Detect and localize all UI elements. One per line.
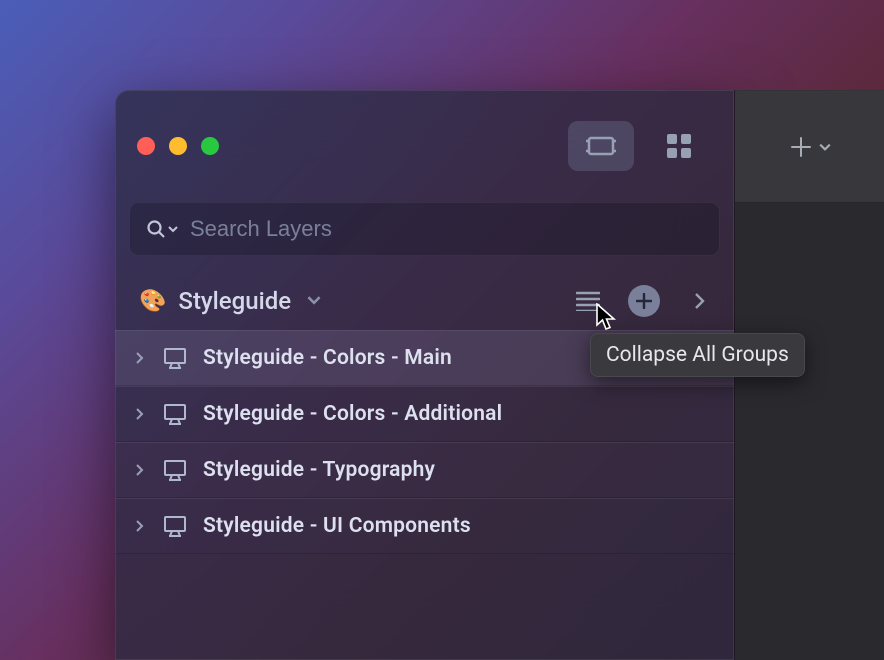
canvas-toolbar [735, 91, 884, 203]
insert-button[interactable] [789, 135, 831, 159]
close-button[interactable] [137, 137, 155, 155]
page-title[interactable]: Styleguide [178, 287, 291, 315]
collapse-groups-button[interactable] [572, 285, 604, 317]
traffic-lights [137, 137, 219, 155]
artboard-icon [161, 514, 189, 538]
chevron-right-icon [694, 292, 706, 310]
layer-row[interactable]: Styleguide - Colors - Additional [115, 386, 734, 442]
layer-label: Styleguide - Typography [203, 458, 435, 482]
minimize-button[interactable] [169, 137, 187, 155]
plus-icon [636, 293, 652, 309]
single-artboard-icon [586, 134, 616, 158]
layer-label: Styleguide - UI Components [203, 514, 471, 538]
plus-icon [789, 135, 813, 159]
artboard-icon [161, 346, 189, 370]
palette-icon: 🎨 [139, 289, 166, 314]
view-single-button[interactable] [568, 121, 634, 171]
search-icon [146, 219, 178, 239]
search-bar[interactable] [129, 202, 720, 256]
view-grid-button[interactable] [646, 121, 712, 171]
chevron-right-icon[interactable] [133, 407, 147, 421]
chevron-right-icon[interactable] [133, 351, 147, 365]
add-page-button[interactable] [628, 285, 660, 317]
layer-label: Styleguide - Colors - Main [203, 346, 452, 370]
chevron-down-icon [819, 141, 831, 153]
search-input[interactable] [190, 216, 703, 242]
zoom-button[interactable] [201, 137, 219, 155]
titlebar [115, 90, 734, 202]
page-header: 🎨 Styleguide [115, 272, 734, 330]
chevron-down-icon[interactable] [307, 292, 321, 311]
artboard-icon [161, 458, 189, 482]
forward-button[interactable] [684, 285, 716, 317]
layer-label: Styleguide - Colors - Additional [203, 402, 502, 426]
grid-icon [665, 132, 693, 160]
list-lines-icon [576, 291, 600, 311]
layer-row[interactable]: Styleguide - Typography [115, 442, 734, 498]
artboard-icon [161, 402, 189, 426]
chevron-right-icon[interactable] [133, 463, 147, 477]
view-mode-toggle [568, 121, 712, 171]
chevron-right-icon[interactable] [133, 519, 147, 533]
chevron-down-icon [168, 224, 178, 234]
tooltip: Collapse All Groups [590, 333, 805, 377]
layer-row[interactable]: Styleguide - UI Components [115, 498, 734, 554]
